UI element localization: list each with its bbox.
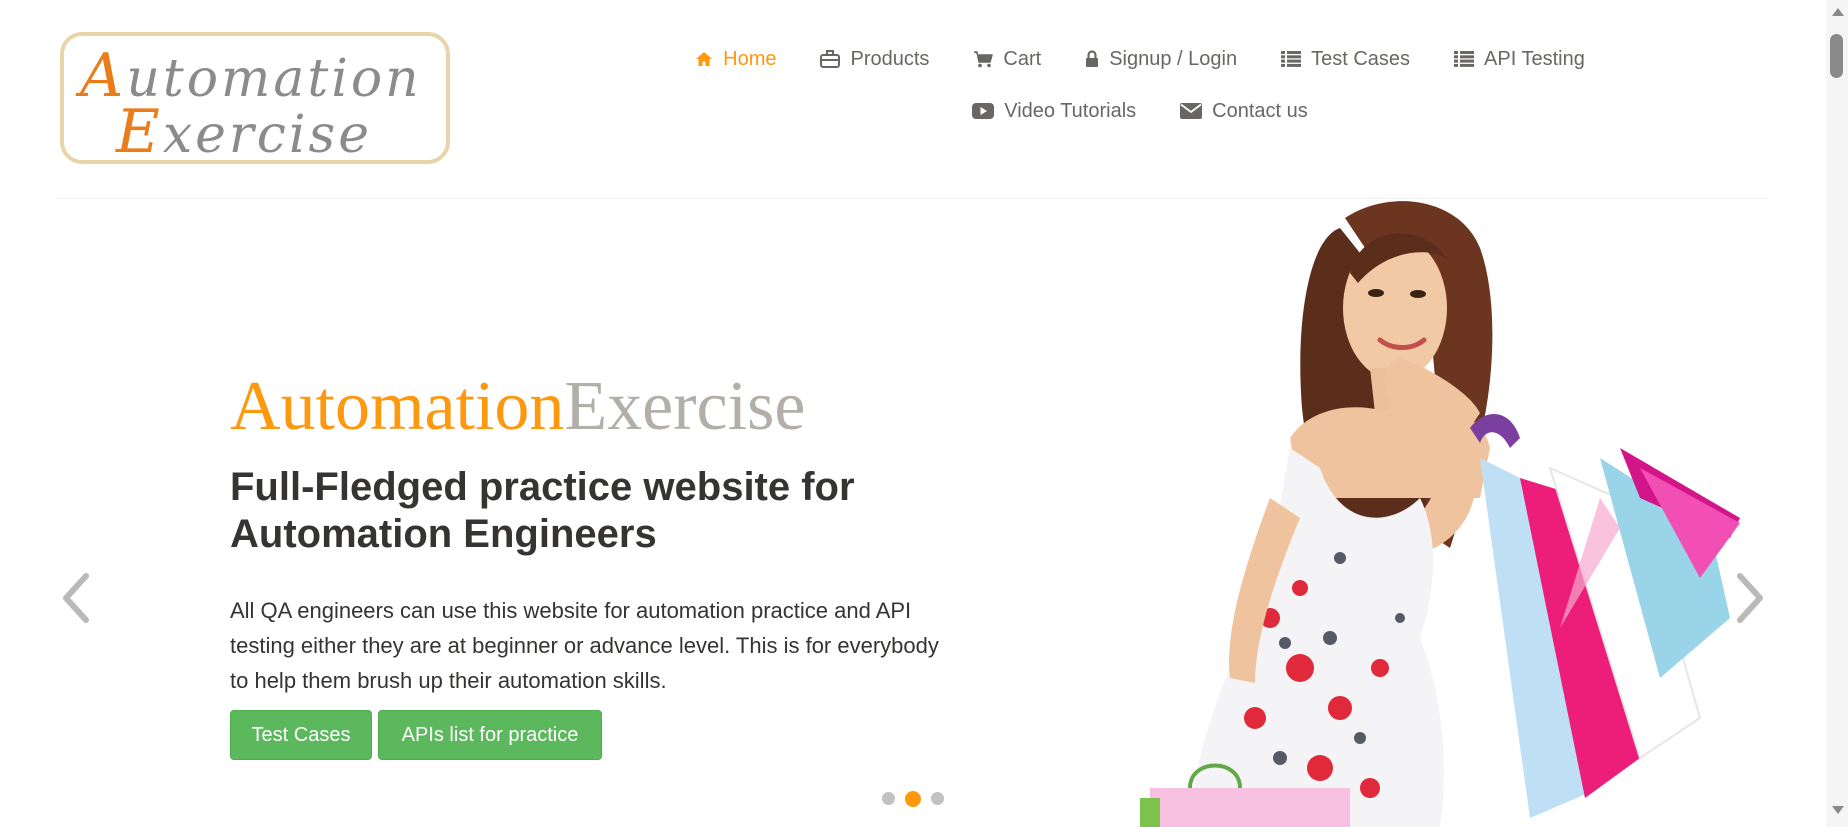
nav-item-signup-login[interactable]: Signup / Login xyxy=(1063,40,1259,78)
apis-list-button[interactable]: APIs list for practice xyxy=(378,710,602,760)
chevron-right-icon xyxy=(1730,573,1770,632)
nav-item-cart[interactable]: Cart xyxy=(951,40,1063,78)
logo-line-2: Exercise xyxy=(116,97,372,167)
carousel-indicator[interactable] xyxy=(882,792,895,805)
hero-heading: Full-Fledged practice website for Automa… xyxy=(230,465,855,556)
page: Automation Exercise Home Products Cart S… xyxy=(0,0,1848,827)
nav-label: Products xyxy=(850,47,930,70)
carousel-indicator[interactable] xyxy=(931,792,944,805)
envelope-icon xyxy=(1180,103,1203,119)
nav-label: Test Cases xyxy=(1311,47,1411,70)
nav-item-products[interactable]: Products xyxy=(798,40,951,78)
hero-description: All QA engineers can use this website fo… xyxy=(230,598,939,693)
cart-icon xyxy=(973,50,994,68)
scrollbar-thumb[interactable] xyxy=(1830,34,1843,78)
nav-item-home[interactable]: Home xyxy=(673,40,798,78)
nav-item-contact-us[interactable]: Contact us xyxy=(1158,92,1330,130)
nav-item-api-testing[interactable]: API Testing xyxy=(1432,40,1607,78)
list-icon xyxy=(1281,51,1302,67)
home-icon xyxy=(695,51,713,67)
site-logo[interactable]: Automation Exercise xyxy=(60,32,450,164)
scroll-up-arrow-icon[interactable] xyxy=(1832,8,1844,16)
carousel-prev-button[interactable] xyxy=(56,568,96,628)
nav-label: Video Tutorials xyxy=(1004,99,1137,122)
briefcase-icon xyxy=(820,50,841,68)
carousel-indicators xyxy=(882,791,944,807)
lock-icon xyxy=(1085,50,1099,68)
youtube-play-icon xyxy=(972,103,995,119)
nav-label: Cart xyxy=(1003,47,1042,70)
nav-label: Signup / Login xyxy=(1109,47,1238,70)
carousel-indicator-active[interactable] xyxy=(905,791,921,807)
nav-label: Home xyxy=(723,47,777,70)
scrollbar[interactable] xyxy=(1826,0,1848,827)
nav-label: Contact us xyxy=(1212,99,1308,122)
scroll-down-arrow-icon[interactable] xyxy=(1832,806,1844,814)
carousel-next-button[interactable] xyxy=(1730,568,1770,628)
list-icon xyxy=(1454,51,1475,67)
nav-item-test-cases[interactable]: Test Cases xyxy=(1259,40,1432,78)
hero-brand-title: AutomationExercise xyxy=(230,368,806,445)
main-nav: Home Products Cart Signup / Login Test C… xyxy=(660,40,1620,130)
nav-item-video-tutorials[interactable]: Video Tutorials xyxy=(950,92,1158,130)
chevron-left-icon xyxy=(56,573,96,632)
hero-model-image xyxy=(1140,201,1740,827)
test-cases-button[interactable]: Test Cases xyxy=(230,710,372,760)
nav-label: API Testing xyxy=(1484,47,1585,70)
